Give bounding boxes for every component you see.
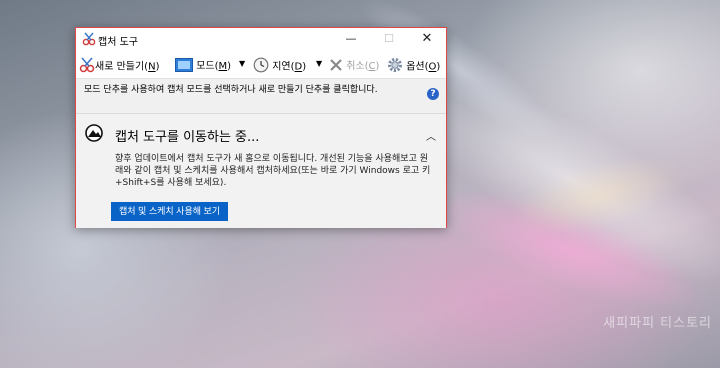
new-snip-button[interactable]: 새로 만들기(N) <box>79 57 159 73</box>
gear-icon <box>388 58 402 72</box>
description-bar: 모드 단추를 사용하여 캡처 모드를 선택하거나 새로 만들기 단추를 클릭합니… <box>76 79 446 113</box>
new-label: 새로 만들기( <box>95 61 149 73</box>
minimize-button[interactable]: — <box>332 28 370 51</box>
cancel-button[interactable]: 취소(C) <box>329 57 379 73</box>
mode-accesskey: M <box>218 61 228 72</box>
window-mode-icon <box>175 57 193 72</box>
mode-dropdown-arrow-icon[interactable]: ▼ <box>239 59 245 75</box>
mode-button[interactable]: 모드(M) <box>175 57 231 73</box>
snipping-tool-window: 캡처 도구 — ☐ ✕ 새로 만들기(N) 모드(M) ▼ 지연(D) ▼ 취소… <box>75 27 447 228</box>
try-snip-sketch-button[interactable]: 캡처 및 스케치 사용해 보기 <box>111 202 229 221</box>
options-button[interactable]: 옵션(O) <box>387 57 440 73</box>
notice-title: 캡처 도구를 이동하는 중... <box>115 130 260 145</box>
options-label: 옵션( <box>406 61 429 73</box>
delay-label: 지연( <box>272 61 295 73</box>
chevron-up-icon[interactable]: ︿ <box>426 128 436 143</box>
mode-label: 모드( <box>196 61 219 72</box>
scissors-app-icon <box>82 32 96 46</box>
delay-dropdown-arrow-icon[interactable]: ▼ <box>316 59 322 75</box>
maximize-button[interactable]: ☐ <box>370 28 408 51</box>
description-text: 모드 단추를 사용하여 캡처 모드를 선택하거나 새로 만들기 단추를 클릭합니… <box>84 85 378 95</box>
watermark-text: 새피파피 티스토리 <box>603 316 712 331</box>
scissors-icon <box>79 57 95 73</box>
clock-icon <box>253 57 269 73</box>
notice-body: 향후 업데이트에서 캡처 도구가 새 홈으로 이동됩니다. 개선된 기능을 사용… <box>115 154 431 188</box>
help-icon[interactable]: ? <box>427 88 439 100</box>
snip-sketch-icon <box>85 124 103 142</box>
notice-panel: 캡처 도구를 이동하는 중... ︿ 향후 업데이트에서 캡처 도구가 새 홈으… <box>76 114 446 228</box>
delay-button[interactable]: 지연(D) <box>253 57 306 73</box>
x-cancel-icon <box>330 58 342 71</box>
title-bar[interactable]: 캡처 도구 — ☐ ✕ <box>76 28 446 51</box>
window-title: 캡처 도구 <box>98 37 138 48</box>
close-button[interactable]: ✕ <box>408 28 446 51</box>
new-accesskey: N <box>148 61 156 73</box>
cancel-label: 취소( <box>346 61 369 72</box>
toolbar: 새로 만들기(N) 모드(M) ▼ 지연(D) ▼ 취소(C) 옵션(O) <box>76 51 446 79</box>
